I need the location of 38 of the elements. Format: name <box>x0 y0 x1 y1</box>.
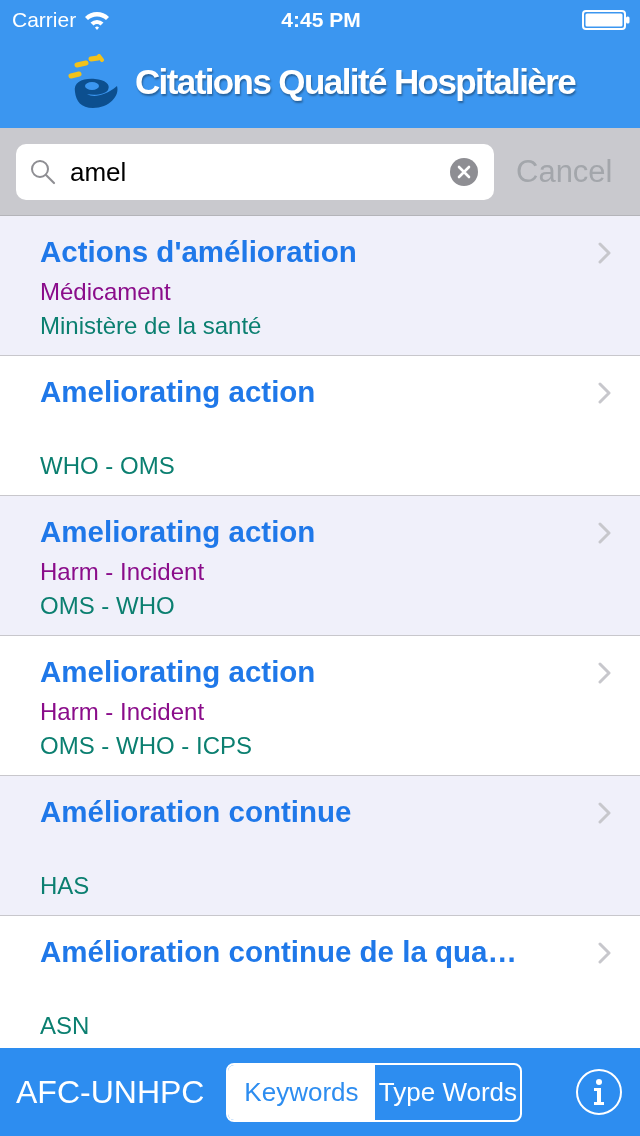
result-source: HAS <box>40 872 90 900</box>
result-source: OMS - WHO <box>40 592 175 620</box>
result-title: Ameliorating action <box>40 654 316 690</box>
search-field[interactable]: amel <box>16 143 494 200</box>
chevron-icon <box>598 522 612 544</box>
chevron-icon <box>598 942 612 964</box>
clock-time: 4:45 PM <box>281 8 361 32</box>
chevron-icon <box>598 662 612 684</box>
app-title: Citations Qualité Hospitalière <box>134 61 576 103</box>
result-title: Actions d'amélioration <box>40 234 357 270</box>
battery-icon <box>582 10 630 30</box>
info-icon <box>593 1078 605 1106</box>
result-category: Harm - Incident <box>40 558 205 586</box>
result-title: Ameliorating action <box>40 514 316 550</box>
result-category: Médicament <box>40 278 171 306</box>
carrier-label: Carrier <box>12 8 77 32</box>
chevron-icon <box>598 382 612 404</box>
organization-label: AFC-UNHPC <box>16 1073 205 1112</box>
result-title: Amélioration continue <box>40 794 352 830</box>
segment-tab[interactable]: Keywords <box>228 1064 375 1120</box>
result-title: Ameliorating action <box>40 374 316 410</box>
search-icon <box>30 158 56 185</box>
chevron-icon <box>598 242 612 264</box>
chevron-icon <box>598 802 612 824</box>
clear-icon[interactable] <box>450 157 478 186</box>
search-text: amel <box>70 155 128 188</box>
result-row[interactable]: Amélioration continue HAS <box>0 776 640 916</box>
result-source: ASN <box>40 1012 90 1040</box>
result-source: OMS - WHO - ICPS <box>40 732 252 760</box>
wifi-icon <box>84 10 111 30</box>
result-row[interactable]: Ameliorating action Harm - Incident OMS - WHO <box>0 496 640 636</box>
result-source: WHO - OMS <box>40 452 175 480</box>
result-row[interactable]: Actions d'amélioration Médicament Ministère de la santé <box>0 216 640 356</box>
result-title: Amélioration continue de la qua… <box>40 934 517 970</box>
result-source: Ministère de la santé <box>40 312 262 340</box>
segment-tab[interactable]: Type Words <box>374 1064 521 1120</box>
info-button[interactable] <box>576 1069 622 1115</box>
result-category: Harm - Incident <box>40 698 205 726</box>
